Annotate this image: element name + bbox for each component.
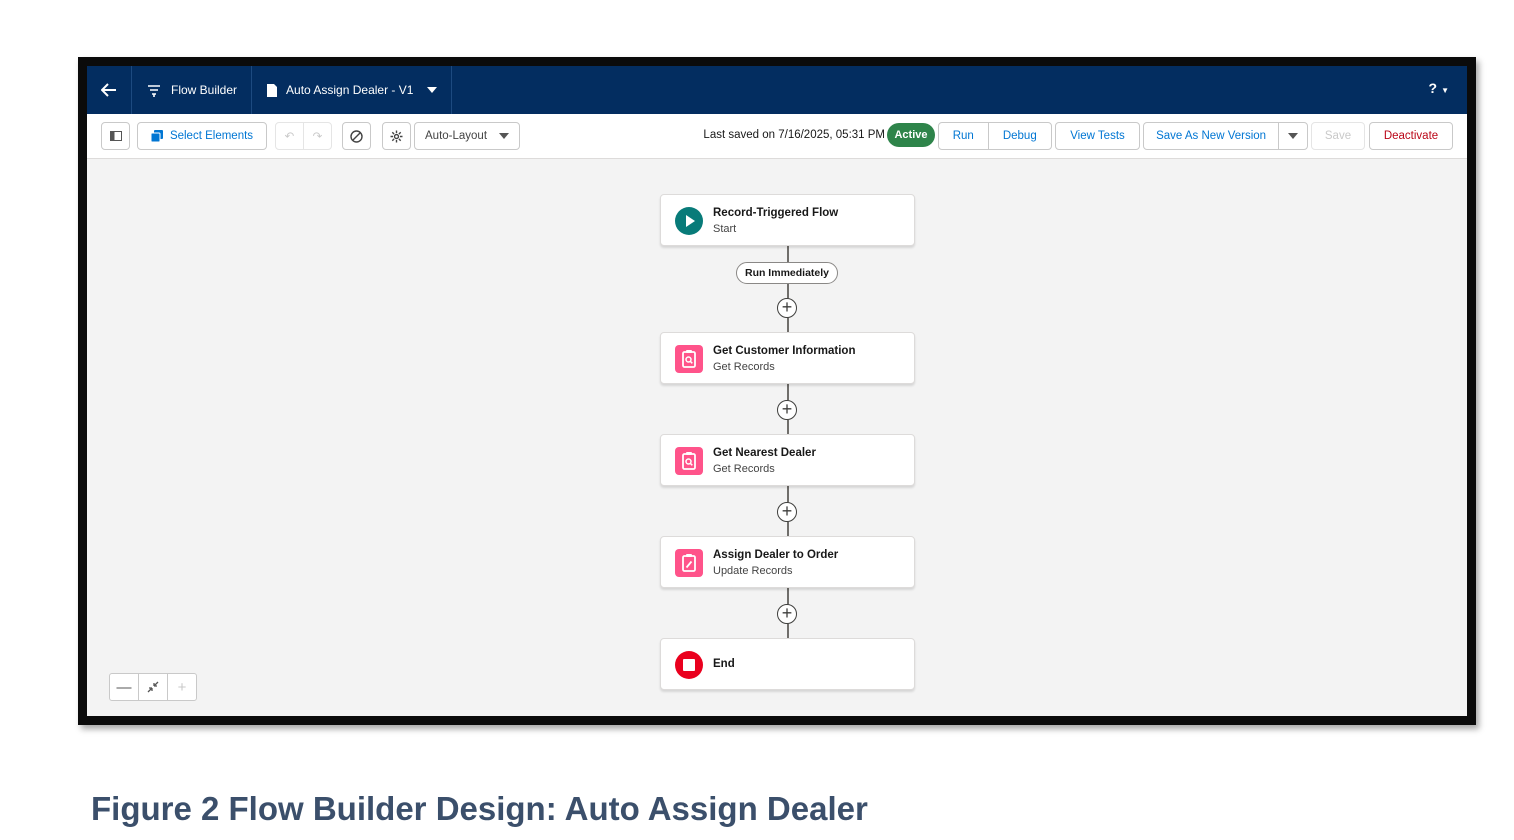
- settings-button[interactable]: [382, 122, 411, 150]
- undo-redo-group: ↶ ↷: [275, 122, 332, 150]
- caret-down-icon: [499, 133, 509, 139]
- run-immediately-path[interactable]: Run Immediately: [736, 262, 838, 284]
- flow-name: Auto Assign Dealer - V1: [286, 83, 414, 97]
- add-element-button[interactable]: +: [777, 298, 797, 318]
- save-as-group: Save As New Version: [1143, 122, 1308, 150]
- plus-icon: +: [781, 501, 793, 521]
- top-nav: Flow Builder Auto Assign Dealer - V1 ? ▼: [87, 66, 1467, 114]
- add-element-button[interactable]: +: [777, 604, 797, 624]
- element-title: End: [713, 658, 735, 670]
- element-type: Get Records: [713, 361, 775, 373]
- screenshot-frame: Flow Builder Auto Assign Dealer - V1 ? ▼ …: [78, 57, 1476, 725]
- stop-icon: [675, 651, 703, 679]
- deactivate-button[interactable]: Deactivate: [1369, 122, 1453, 150]
- zoom-in-button[interactable]: +: [167, 674, 196, 700]
- layout-mode-select[interactable]: Auto-Layout: [414, 122, 520, 150]
- undo-icon: ↶: [284, 131, 295, 143]
- element-title: Get Nearest Dealer: [713, 447, 816, 459]
- debug-button[interactable]: Debug: [987, 123, 1051, 149]
- redo-button[interactable]: ↷: [303, 123, 331, 149]
- redo-icon: ↷: [312, 131, 323, 143]
- get-records-icon: [675, 345, 703, 373]
- connector-line: [787, 284, 789, 298]
- zoom-controls: — +: [109, 673, 197, 701]
- figure-caption: Figure 2 Flow Builder Design: Auto Assig…: [91, 790, 868, 827]
- connector-line: [787, 318, 789, 332]
- minus-icon: —: [116, 678, 132, 696]
- flow-tab[interactable]: Auto Assign Dealer - V1: [252, 66, 453, 114]
- panel-icon: [109, 131, 122, 141]
- plus-icon: +: [781, 297, 793, 317]
- connector-line: [787, 384, 789, 400]
- view-tests-button[interactable]: View Tests: [1055, 122, 1140, 150]
- start-element[interactable]: Record-Triggered Flow Start: [660, 194, 915, 246]
- select-elements-icon: [150, 130, 163, 142]
- element-type: Get Records: [713, 463, 775, 475]
- back-button[interactable]: [87, 66, 132, 114]
- flow-canvas: Record-Triggered Flow Start Run Immediat…: [87, 158, 1467, 716]
- caret-down-icon: [1288, 133, 1299, 139]
- undo-button[interactable]: ↶: [276, 123, 303, 149]
- fit-view-button[interactable]: [138, 674, 167, 700]
- add-element-button[interactable]: +: [777, 400, 797, 420]
- element-title: Assign Dealer to Order: [713, 549, 839, 561]
- assign-dealer-to-order-element[interactable]: Assign Dealer to Order Update Records: [660, 536, 915, 588]
- end-element[interactable]: End: [660, 638, 915, 690]
- element-title: Get Customer Information: [713, 345, 856, 357]
- connector-line: [787, 624, 789, 638]
- prohibited-icon: [350, 129, 363, 143]
- connector-line: [787, 420, 789, 434]
- caret-down-icon: [427, 87, 438, 93]
- app-name-label: Flow Builder: [171, 83, 238, 97]
- document-icon: [267, 83, 278, 97]
- errors-button[interactable]: [342, 122, 371, 150]
- run-button[interactable]: Run: [939, 123, 988, 149]
- play-icon: [675, 207, 703, 235]
- plus-icon: +: [781, 603, 793, 623]
- flow-builder-app: Flow Builder Auto Assign Dealer - V1 ? ▼ …: [87, 66, 1467, 716]
- save-options-menu[interactable]: [1278, 123, 1307, 149]
- plus-icon: +: [781, 399, 793, 419]
- connector-line: [787, 588, 789, 604]
- select-elements-button[interactable]: Select Elements: [137, 122, 267, 150]
- get-nearest-dealer-element[interactable]: Get Nearest Dealer Get Records: [660, 434, 915, 486]
- element-type: Start: [713, 223, 737, 235]
- save-button[interactable]: Save: [1311, 122, 1365, 150]
- collapse-icon: [147, 681, 159, 693]
- zoom-out-button[interactable]: —: [110, 674, 138, 700]
- connector-line: [787, 486, 789, 502]
- add-element-button[interactable]: +: [777, 502, 797, 522]
- arrow-left-icon: [101, 83, 116, 97]
- app-name[interactable]: Flow Builder: [132, 66, 253, 114]
- element-title: Record-Triggered Flow: [713, 207, 839, 219]
- toggle-panel-button[interactable]: [101, 122, 130, 150]
- run-debug-group: Run Debug: [938, 122, 1052, 150]
- caret-down-icon: ▼: [1441, 86, 1449, 95]
- element-type: Update Records: [713, 565, 793, 577]
- help-menu[interactable]: ? ▼: [1429, 80, 1449, 96]
- gear-icon: [390, 130, 403, 142]
- get-customer-information-element[interactable]: Get Customer Information Get Records: [660, 332, 915, 384]
- connector-line: [787, 522, 789, 536]
- connector-line: [787, 246, 789, 262]
- status-badge: Active: [887, 123, 935, 147]
- save-as-new-version-button[interactable]: Save As New Version: [1144, 123, 1278, 149]
- get-records-icon: [675, 447, 703, 475]
- update-records-icon: [675, 549, 703, 577]
- help-icon: ?: [1428, 80, 1438, 96]
- toolbar: Select Elements ↶ ↷ Auto-Layout Last sav…: [87, 114, 1467, 159]
- flow-icon: [148, 85, 160, 97]
- last-saved-text: Last saved on 7/16/2025, 05:31 PM: [703, 129, 885, 141]
- plus-icon: +: [177, 678, 187, 696]
